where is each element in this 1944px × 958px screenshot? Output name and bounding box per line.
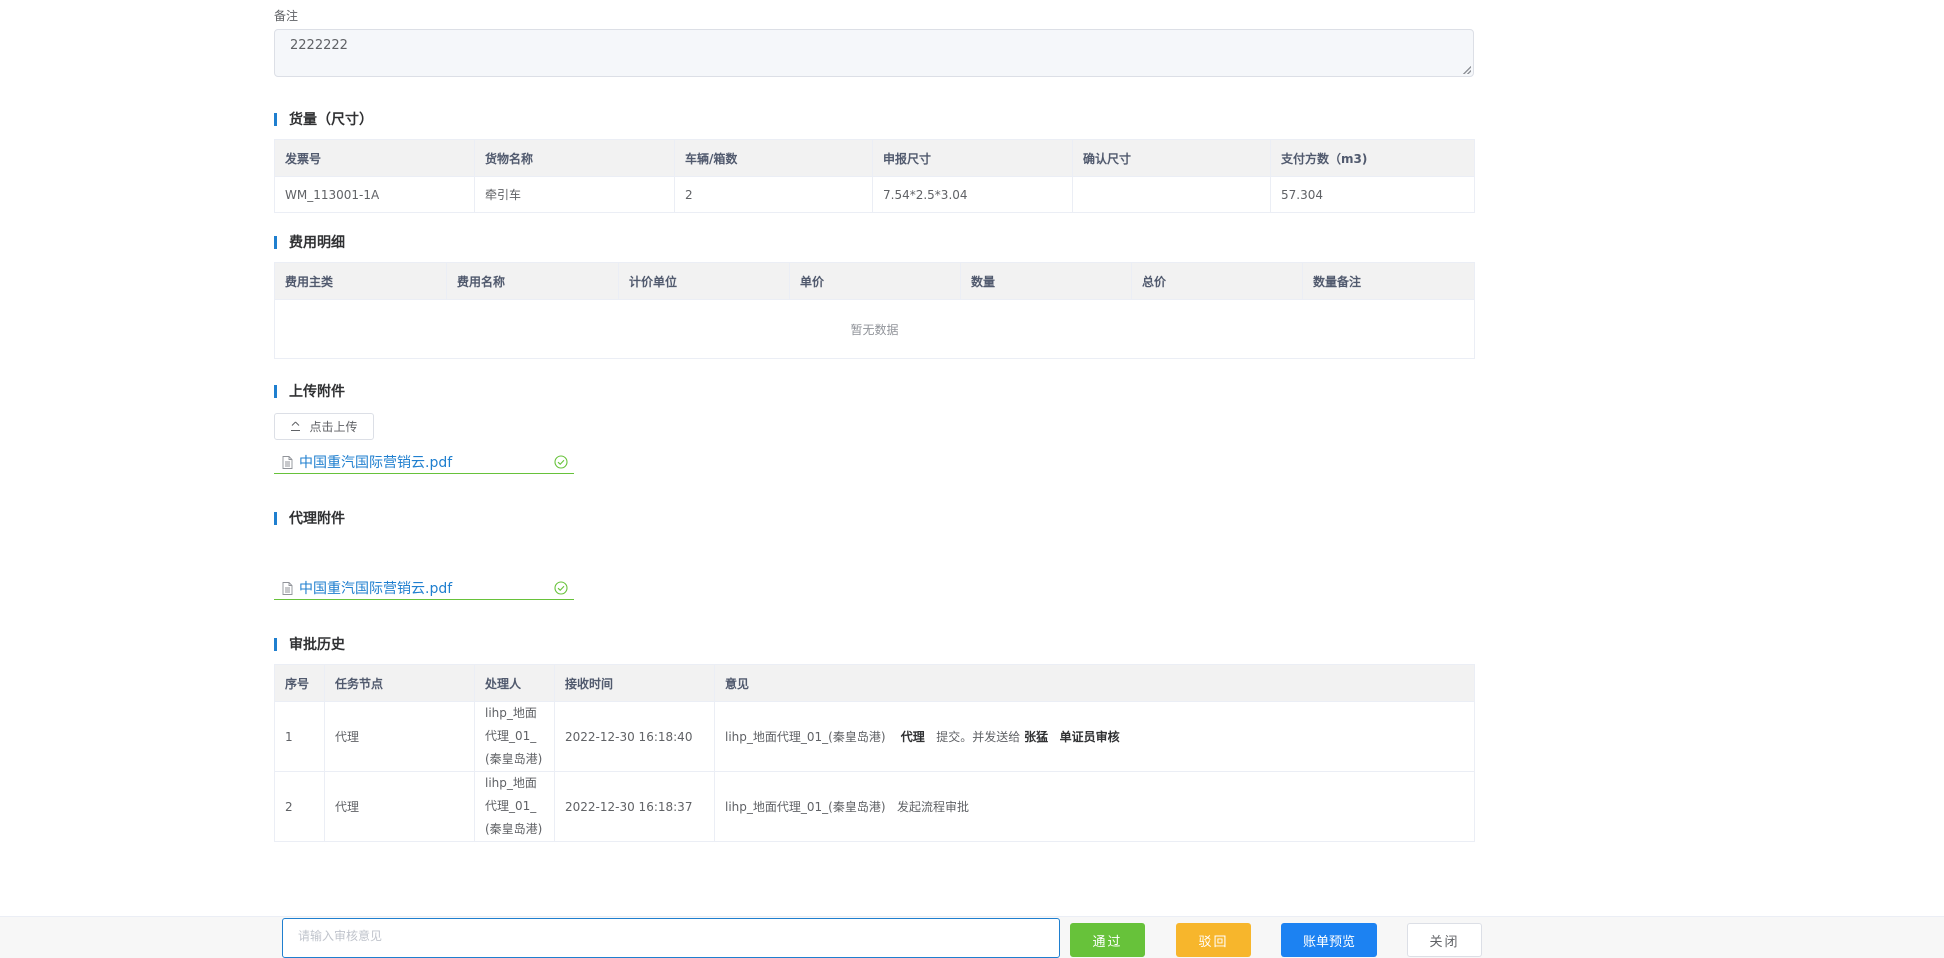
approval-col-node: 任务节点 — [324, 664, 475, 702]
agent-file-name[interactable]: 中国重汽国际营销云.pdf — [299, 578, 554, 598]
agent-section-title: 代理附件 — [274, 511, 345, 527]
check-circle-icon — [554, 455, 568, 469]
opinion-action: 提交。并发送给 — [936, 730, 1021, 744]
fees-empty-text: 暂无数据 — [274, 299, 1475, 359]
approval-col-opinion: 意见 — [714, 664, 1475, 702]
opinion-action: 发起流程审批 — [896, 800, 969, 814]
approval-cell-opinion: lihp_地面代理_01_(秦皇岛港) 代理 提交。并发送给 张猛 单证员审核 — [714, 701, 1475, 772]
remark-value: 2222222 — [290, 38, 348, 53]
approval-cell-no: 2 — [274, 771, 325, 842]
cargo-cell-count: 2 — [674, 176, 873, 213]
remark-label: 备注 — [274, 9, 299, 23]
upload-file-name[interactable]: 中国重汽国际营销云.pdf — [299, 452, 554, 472]
upload-icon — [291, 421, 301, 431]
resize-grip-icon[interactable] — [1463, 66, 1471, 74]
opinion-handler: lihp_地面代理_01_(秦皇岛港) — [725, 730, 886, 744]
table-row: 1 代理 lihp_地面代理_01_(秦皇岛港) 2022-12-30 16:1… — [274, 701, 1475, 772]
cargo-col-confirmed-size: 确认尺寸 — [1072, 139, 1271, 177]
cargo-header-row: 发票号 货物名称 车辆/箱数 申报尺寸 确认尺寸 支付方数（m3) — [274, 139, 1475, 177]
opinion-role: 单证员审核 — [1059, 730, 1120, 744]
cargo-col-invoice: 发票号 — [274, 139, 475, 177]
fees-col-unit: 计价单位 — [618, 262, 790, 300]
cargo-table: 发票号 货物名称 车辆/箱数 申报尺寸 确认尺寸 支付方数（m3) WM_113… — [274, 139, 1475, 213]
document-icon — [279, 455, 295, 469]
upload-button-label: 点击上传 — [309, 420, 358, 434]
check-circle-icon — [554, 581, 568, 595]
cargo-col-count: 车辆/箱数 — [674, 139, 873, 177]
reject-button[interactable]: 驳回 — [1176, 923, 1251, 957]
cargo-cell-goods: 牵引车 — [474, 176, 675, 213]
table-row: 2 代理 lihp_地面代理_01_(秦皇岛港) 2022-12-30 16:1… — [274, 771, 1475, 842]
approval-table: 序号 任务节点 处理人 接收时间 意见 1 代理 lihp_地面代理_01_(秦… — [274, 664, 1475, 842]
approval-section-title: 审批历史 — [274, 637, 345, 653]
agent-file-item[interactable]: 中国重汽国际营销云.pdf — [274, 577, 574, 600]
approval-cell-node: 代理 — [324, 771, 475, 842]
cargo-section-title: 货量（尺寸） — [274, 112, 373, 128]
cargo-col-goods: 货物名称 — [474, 139, 675, 177]
approval-col-no: 序号 — [274, 664, 325, 702]
cargo-cell-volume: 57.304 — [1270, 176, 1475, 213]
approval-cell-handler: lihp_地面代理_01_(秦皇岛港) — [474, 701, 555, 772]
cargo-cell-invoice: WM_113001-1A — [274, 176, 475, 213]
approval-cell-time: 2022-12-30 16:18:40 — [554, 701, 715, 772]
upload-file-item[interactable]: 中国重汽国际营销云.pdf — [274, 451, 574, 474]
upload-section-title: 上传附件 — [274, 384, 345, 400]
approval-cell-node: 代理 — [324, 701, 475, 772]
approval-col-handler: 处理人 — [474, 664, 555, 702]
cargo-col-volume: 支付方数（m3) — [1270, 139, 1475, 177]
fees-col-name: 费用名称 — [446, 262, 619, 300]
review-opinion-input[interactable]: 请输入审核意见 — [282, 918, 1060, 958]
fees-header-row: 费用主类 费用名称 计价单位 单价 数量 总价 数量备注 — [274, 262, 1475, 300]
opinion-node: 代理 — [900, 730, 925, 744]
cargo-cell-confirmed-size — [1072, 176, 1271, 213]
approval-cell-opinion: lihp_地面代理_01_(秦皇岛港) 发起流程审批 — [714, 771, 1475, 842]
approval-cell-no: 1 — [274, 701, 325, 772]
fees-col-quantity-remark: 数量备注 — [1302, 262, 1475, 300]
fees-section-title: 费用明细 — [274, 235, 345, 251]
close-button[interactable]: 关闭 — [1407, 923, 1482, 957]
fees-table: 费用主类 费用名称 计价单位 单价 数量 总价 数量备注 暂无数据 — [274, 262, 1475, 359]
opinion-handler: lihp_地面代理_01_(秦皇岛港) — [725, 800, 886, 814]
fees-col-quantity: 数量 — [960, 262, 1132, 300]
fees-col-total: 总价 — [1131, 262, 1303, 300]
pass-button[interactable]: 通过 — [1070, 923, 1145, 957]
cargo-cell-declared-size: 7.54*2.5*3.04 — [872, 176, 1073, 213]
document-icon — [279, 581, 295, 595]
fees-col-price: 单价 — [789, 262, 961, 300]
fees-col-main-type: 费用主类 — [274, 262, 447, 300]
remark-textarea[interactable]: 2222222 — [274, 29, 1474, 77]
approval-cell-handler: lihp_地面代理_01_(秦皇岛港) — [474, 771, 555, 842]
approval-col-time: 接收时间 — [554, 664, 715, 702]
bill-preview-button[interactable]: 账单预览 — [1281, 923, 1377, 957]
opinion-user: 张猛 — [1024, 730, 1049, 744]
fees-empty-row: 暂无数据 — [274, 299, 1475, 359]
approval-header-row: 序号 任务节点 处理人 接收时间 意见 — [274, 664, 1475, 702]
cargo-col-declared-size: 申报尺寸 — [872, 139, 1073, 177]
upload-button[interactable]: 点击上传 — [274, 413, 374, 440]
table-row: WM_113001-1A 牵引车 2 7.54*2.5*3.04 57.304 — [274, 176, 1475, 213]
approval-cell-time: 2022-12-30 16:18:37 — [554, 771, 715, 842]
